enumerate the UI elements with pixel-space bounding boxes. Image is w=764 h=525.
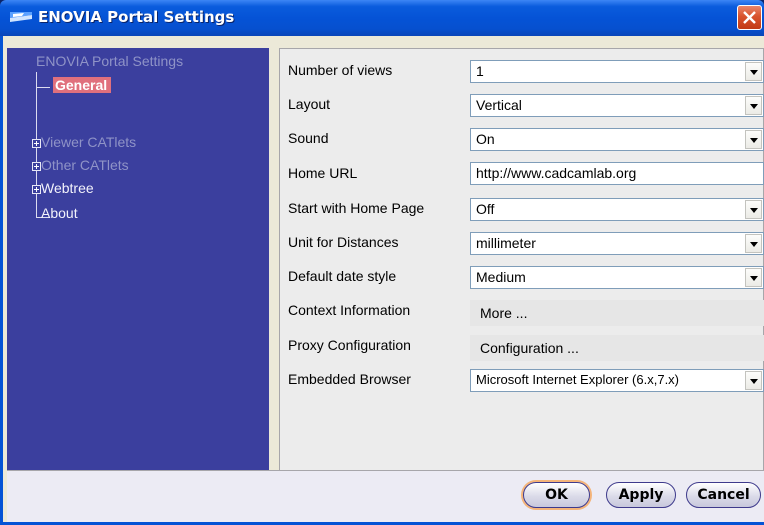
dropdown-arrow-icon[interactable] bbox=[745, 234, 762, 253]
unit-distances-select[interactable]: millimeter bbox=[470, 232, 764, 255]
sound-select[interactable]: On bbox=[470, 128, 764, 151]
expand-icon[interactable] bbox=[32, 139, 41, 148]
dropdown-arrow-icon[interactable] bbox=[745, 371, 762, 390]
close-icon bbox=[743, 11, 756, 24]
number-of-views-select[interactable]: 1 bbox=[470, 60, 764, 83]
settings-tree[interactable]: ENOVIA Portal Settings General Viewer CA… bbox=[7, 48, 269, 506]
expand-icon[interactable] bbox=[32, 185, 41, 194]
title-bar[interactable]: ENOVIA Portal Settings bbox=[0, 0, 764, 36]
start-home-label: Start with Home Page bbox=[288, 200, 425, 216]
date-style-value: Medium bbox=[476, 269, 526, 285]
embedded-browser-label: Embedded Browser bbox=[288, 371, 411, 387]
cancel-button[interactable]: Cancel bbox=[686, 482, 761, 508]
sound-label: Sound bbox=[288, 130, 329, 146]
dropdown-arrow-icon[interactable] bbox=[745, 130, 762, 149]
start-home-value: Off bbox=[476, 201, 495, 217]
context-more-label: More ... bbox=[480, 305, 528, 321]
number-of-views-label: Number of views bbox=[288, 62, 393, 78]
tree-item-webtree[interactable]: Webtree bbox=[41, 180, 94, 196]
window-frame: ENOVIA Portal Settings General Viewer CA… bbox=[0, 36, 764, 525]
start-home-select[interactable]: Off bbox=[470, 198, 764, 221]
dropdown-arrow-icon[interactable] bbox=[745, 62, 762, 81]
dialog-body: ENOVIA Portal Settings General Viewer CA… bbox=[3, 36, 764, 522]
layout-label: Layout bbox=[288, 96, 331, 112]
dropdown-arrow-icon[interactable] bbox=[745, 200, 762, 219]
button-bar: OK Apply Cancel bbox=[7, 470, 764, 522]
home-url-label: Home URL bbox=[288, 165, 358, 181]
number-of-views-value: 1 bbox=[476, 63, 484, 79]
close-button[interactable] bbox=[737, 5, 762, 30]
proxy-config-label: Proxy Configuration bbox=[288, 337, 411, 353]
unit-distances-label: Unit for Distances bbox=[288, 234, 399, 250]
layout-value: Vertical bbox=[476, 97, 522, 113]
window-title: ENOVIA Portal Settings bbox=[38, 8, 235, 26]
tree-item-viewer-catlets[interactable]: Viewer CATlets bbox=[41, 134, 136, 150]
layout-select[interactable]: Vertical bbox=[470, 94, 764, 117]
embedded-browser-value: Microsoft Internet Explorer (6.x,7.x) bbox=[476, 372, 680, 387]
home-url-value: http://www.cadcamlab.org bbox=[476, 165, 637, 181]
context-more-button[interactable]: More ... bbox=[470, 300, 764, 326]
tree-root-label: ENOVIA Portal Settings bbox=[36, 53, 184, 69]
unit-distances-value: millimeter bbox=[476, 235, 536, 251]
dropdown-arrow-icon[interactable] bbox=[745, 96, 762, 115]
proxy-configuration-button[interactable]: Configuration ... bbox=[470, 335, 764, 361]
general-settings-panel: Number of views 1 Layout Vertical Sound … bbox=[279, 48, 764, 507]
context-info-label: Context Information bbox=[288, 302, 411, 318]
expand-icon[interactable] bbox=[32, 162, 41, 171]
home-url-input[interactable]: http://www.cadcamlab.org bbox=[470, 162, 764, 185]
proxy-configuration-label: Configuration ... bbox=[480, 340, 579, 356]
tree-connector bbox=[36, 87, 50, 88]
ok-button[interactable]: OK bbox=[523, 482, 590, 508]
tree-item-general[interactable]: General bbox=[53, 77, 112, 93]
tree-item-other-catlets[interactable]: Other CATlets bbox=[41, 157, 129, 173]
tree-item-about[interactable]: About bbox=[41, 205, 78, 221]
sound-value: On bbox=[476, 131, 495, 147]
embedded-browser-select[interactable]: Microsoft Internet Explorer (6.x,7.x) bbox=[470, 369, 764, 392]
dropdown-arrow-icon[interactable] bbox=[745, 268, 762, 287]
enovia-logo-icon bbox=[10, 10, 32, 24]
date-style-select[interactable]: Medium bbox=[470, 266, 764, 289]
apply-button[interactable]: Apply bbox=[606, 482, 676, 508]
date-style-label: Default date style bbox=[288, 268, 397, 284]
